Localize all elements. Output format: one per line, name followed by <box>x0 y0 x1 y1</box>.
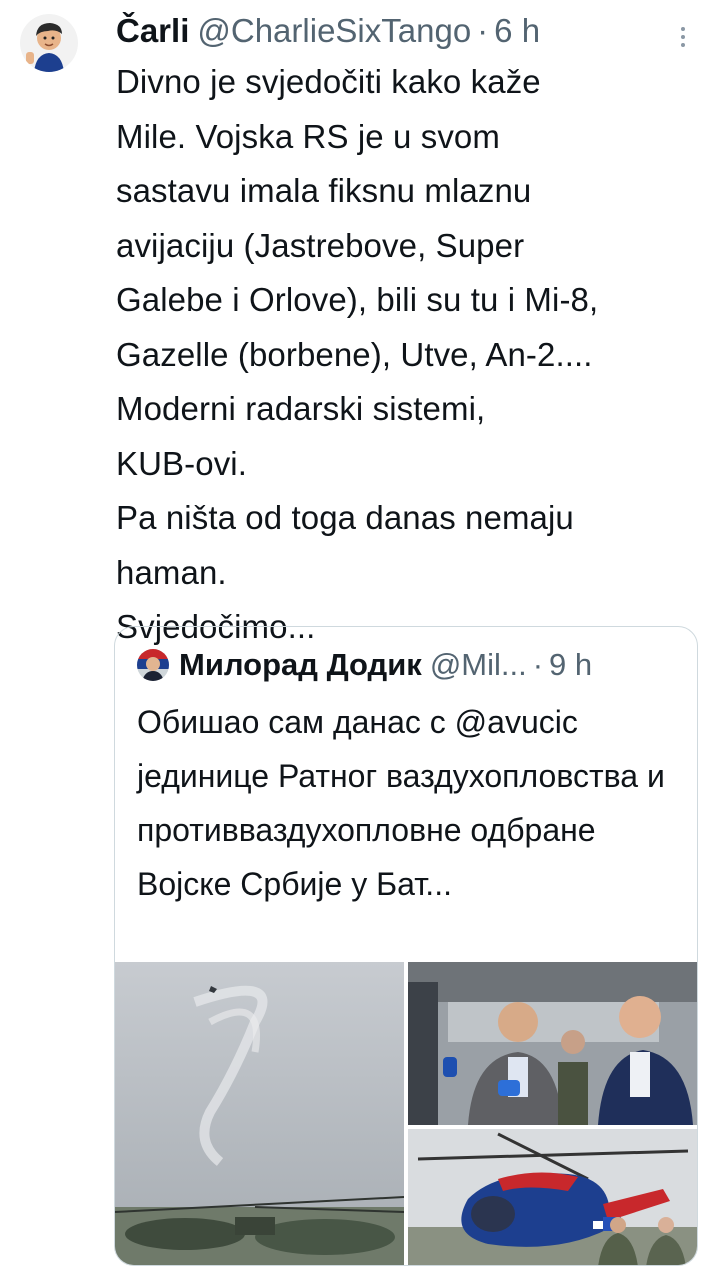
media-grid <box>115 962 697 1265</box>
separator-dot: · <box>532 647 544 682</box>
tweet-timestamp[interactable]: 6 h <box>494 12 540 50</box>
quoted-tweet-header: Милорад Додик @Mil... · 9 h <box>137 645 681 685</box>
quoted-author-name: Милорад Додик <box>179 647 422 682</box>
author-name[interactable]: Čarli <box>116 12 189 50</box>
more-options-icon[interactable] <box>668 22 698 52</box>
tweet-header: Čarli @CharlieSixTango · 6 h <box>116 12 660 58</box>
media-photo-blue-helicopter[interactable] <box>408 1129 697 1265</box>
quoted-tweet-text: Обишао сам данас с @avucic јединице Ратн… <box>137 704 665 902</box>
quoted-author-avatar <box>137 649 169 681</box>
quoted-author-handle: @Mil... <box>429 647 527 682</box>
quoted-timestamp: 9 h <box>549 647 593 682</box>
media-photo-officials[interactable] <box>408 962 697 1125</box>
media-photo-sky-helicopters[interactable] <box>115 962 404 1265</box>
author-avatar[interactable] <box>20 14 78 72</box>
tweet-text: Divno je svjedočiti kako kaže Mile. Vojs… <box>116 63 599 645</box>
separator-dot: · <box>477 12 489 49</box>
quoted-tweet[interactable]: Милорад Додик @Mil... · 9 h Обишао сам д… <box>114 626 698 1266</box>
author-handle[interactable]: @CharlieSixTango <box>197 12 471 50</box>
